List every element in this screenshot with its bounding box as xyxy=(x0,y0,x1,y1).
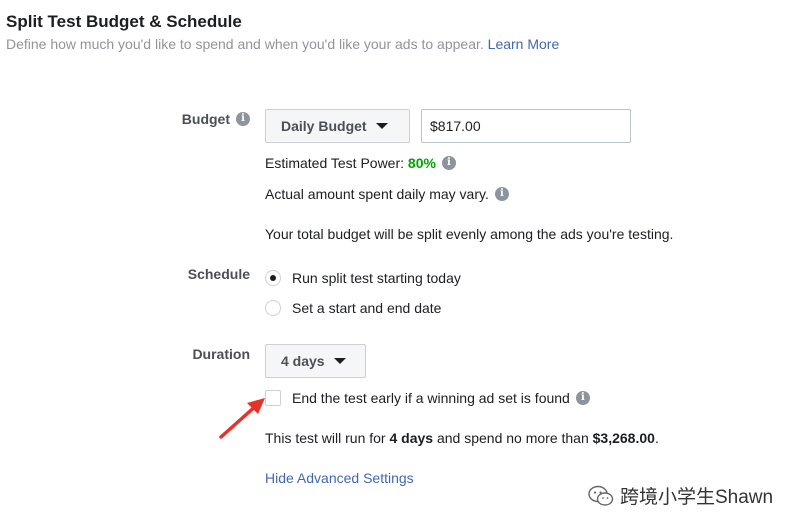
section-subtitle: Define how much you'd like to spend and … xyxy=(6,36,559,52)
radio-unchecked[interactable] xyxy=(265,300,281,316)
duration-dropdown[interactable]: 4 days xyxy=(265,344,366,378)
end-early-label: End the test early if a winning ad set i… xyxy=(292,390,570,406)
schedule-label: Schedule xyxy=(188,266,250,282)
red-arrow-annotation xyxy=(219,398,265,439)
duration-value: 4 days xyxy=(281,353,325,369)
schedule-option-today[interactable]: Run split test starting today xyxy=(265,270,461,286)
summary-middle: and spend no more than xyxy=(436,430,589,446)
summary-days: 4 days xyxy=(389,430,434,446)
daily-note-line: Actual amount spent daily may vary. i xyxy=(265,186,509,202)
budget-type-dropdown[interactable]: Daily Budget xyxy=(265,109,410,143)
daily-note-text: Actual amount spent daily may vary. xyxy=(265,186,489,202)
schedule-option-range-label: Set a start and end date xyxy=(292,300,442,316)
summary-suffix: . xyxy=(654,430,659,446)
test-power-line: Estimated Test Power: 80% i xyxy=(265,155,456,171)
subtitle-text: Define how much you'd like to spend and … xyxy=(6,36,484,52)
duration-summary: This test will run for 4 days and spend … xyxy=(265,430,659,446)
info-icon[interactable]: i xyxy=(575,391,590,405)
info-icon[interactable]: i xyxy=(441,156,456,170)
test-power-value: 80% xyxy=(407,155,436,171)
schedule-option-range[interactable]: Set a start and end date xyxy=(265,300,441,316)
split-note-line: Your total budget will be split evenly a… xyxy=(265,226,673,242)
budget-amount-input[interactable] xyxy=(421,109,631,143)
schedule-label-text: Schedule xyxy=(187,266,250,282)
section-title: Split Test Budget & Schedule xyxy=(6,12,242,31)
learn-more-link[interactable]: Learn More xyxy=(488,36,560,52)
radio-checked[interactable] xyxy=(265,270,281,286)
watermark-text: 跨境小学生Shawn xyxy=(620,487,774,508)
budget-label-text: Budget xyxy=(181,111,230,127)
budget-label: Budget i xyxy=(182,111,250,127)
caret-down-icon xyxy=(333,358,346,364)
duration-label-text: Duration xyxy=(192,346,250,362)
split-note-text: Your total budget will be split evenly a… xyxy=(265,226,674,242)
watermark: 跨境小学生Shawn xyxy=(588,482,773,509)
schedule-option-today-label: Run split test starting today xyxy=(292,270,461,286)
hide-advanced-settings-link[interactable]: Hide Advanced Settings xyxy=(265,470,414,486)
info-icon[interactable]: i xyxy=(236,112,250,126)
budget-type-value: Daily Budget xyxy=(281,118,367,134)
caret-down-icon xyxy=(375,123,388,129)
test-power-label: Estimated Test Power: xyxy=(265,155,405,171)
summary-amount: $3,268.00 xyxy=(592,430,655,446)
end-early-line[interactable]: End the test early if a winning ad set i… xyxy=(265,390,590,406)
summary-prefix: This test will run for xyxy=(265,430,386,446)
duration-label: Duration xyxy=(192,346,250,362)
wechat-icon xyxy=(588,485,614,506)
info-icon[interactable]: i xyxy=(494,187,509,201)
